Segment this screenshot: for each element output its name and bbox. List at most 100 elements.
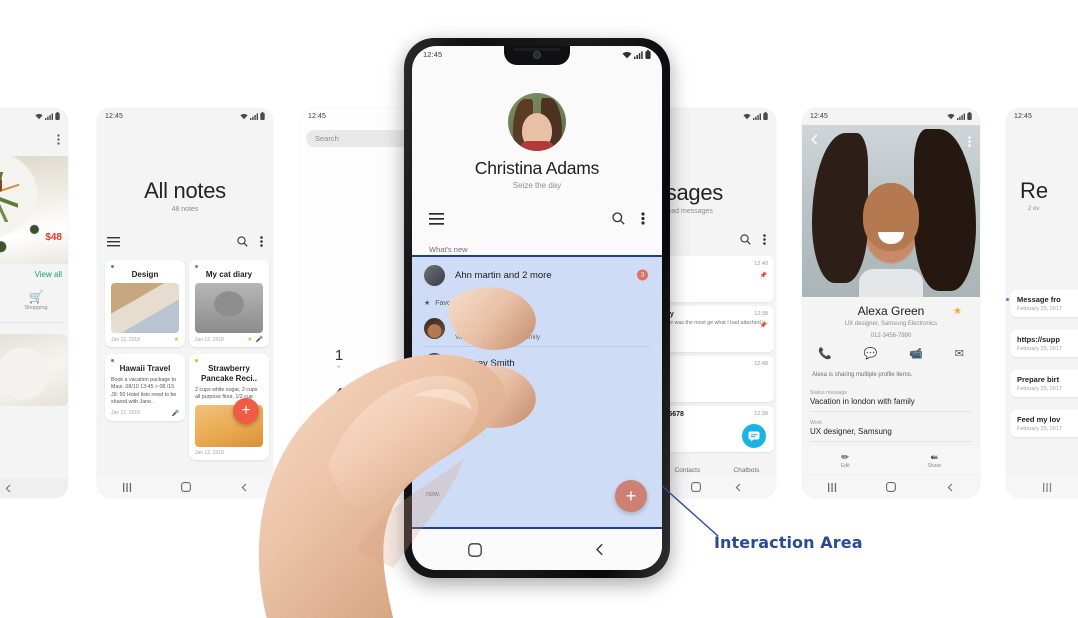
contact-row-lindsey-smith[interactable]: Lindsey Smith [412,347,662,379]
edit-label: Edit [840,462,850,469]
search-icon[interactable] [612,212,625,225]
back-icon[interactable] [946,483,955,492]
section-a-label: A [424,385,429,392]
more-vertical-icon[interactable] [260,236,263,247]
hamburger-icon[interactable] [429,212,444,225]
email-icon[interactable]: ✉ [955,348,964,361]
reminder-title: Feed my lov [1017,415,1061,424]
category-shopping[interactable]: 🛒 Shopping [24,290,47,311]
hero-toolbar [412,212,662,225]
home-icon[interactable] [468,542,482,557]
back-icon[interactable] [594,543,606,556]
note-card[interactable]: Design Jan 12, 2018 ★ [105,260,185,347]
contact-row-agatha[interactable]: Agath [412,395,662,427]
avatar [424,264,445,286]
new-message-fab[interactable] [742,424,766,448]
field-divider [810,441,972,442]
food-screen: $48 View all 🍽 ine 🛒 Shopping n Pot ★ ★ … [0,108,68,498]
dial-key-letters: GHI [333,402,345,408]
reminder-date: February 25, 2017 [1017,426,1062,432]
dial-key-number: 4 [334,385,344,402]
profile-role: UX designer, Samsung Electronics [844,321,938,327]
search-icon[interactable] [740,234,751,245]
pencil-icon: ✏ [841,451,850,462]
field-divider [810,411,972,412]
message-icon[interactable]: 💬 [864,348,878,361]
whats-new-row[interactable]: Ahn martin and 2 more 3 [412,257,662,293]
messages-status-icons [743,112,768,120]
reminder-item[interactable]: https://supp February 25, 2017 [1010,330,1078,357]
star-icon[interactable]: ★ [953,306,962,317]
note-badges: ★ [173,337,179,343]
contact-row-alexa-green[interactable]: Alexa green Vacation in london with fami… [412,310,662,346]
note-card[interactable]: Hawaii Travel Book a vacation package to… [105,354,185,421]
profile-status-icons [947,112,972,120]
profile-phone-number: 012-3456-7890 [870,333,912,339]
dial-key-1[interactable]: 1 ∞ [324,348,354,371]
contact-name: Alexa green [455,319,506,331]
food-navbar [0,478,68,498]
profile-status-message: Seize the day [512,181,562,190]
recents-icon[interactable] [827,482,837,492]
share-button[interactable]: ⇚ Share [927,452,941,469]
message-time: 12:38 [754,311,768,317]
food-more-icon[interactable] [57,132,60,150]
contact-name: Agath [455,405,480,417]
back-icon[interactable] [240,483,249,492]
search-icon[interactable] [237,236,248,247]
message-thread[interactable]: 12:38 📌 ay ale was the most ge what I ha… [660,306,774,352]
back-arrow-icon[interactable] [810,134,819,148]
food-view-all-link[interactable]: View all [35,270,62,279]
recents-icon[interactable] [122,482,132,492]
note-date: Jan 12, 2018 [195,336,224,343]
annotation-label: Interaction Area [714,533,863,552]
profile-bottom-bar: ✏ Edit ⇚ Share [802,446,980,474]
food-hero-photo [0,156,68,264]
profile-statusbar: 12:45 [802,108,980,124]
add-note-fab[interactable]: + [233,398,259,424]
messages-statusbar [658,108,776,124]
reminder-unread-dot [1006,298,1009,301]
wifi-icon [947,113,955,119]
section-whats-new-label: What's new [429,245,468,254]
more-vertical-icon[interactable] [763,234,766,245]
profile-share-note: Alexa is sharing multiple profile items. [812,372,913,378]
more-vertical-icon[interactable] [968,134,971,152]
reminder-page-title: Re [1020,178,1049,203]
home-icon[interactable] [180,482,191,492]
profile-navbar [802,476,980,498]
call-icon[interactable]: 📞 [818,348,832,361]
edit-button[interactable]: ✏ Edit [841,452,850,469]
voice-memo-icon: 🎤 [171,410,179,417]
clothing-decoration [520,141,554,151]
hair-right-decoration [914,129,976,291]
chat-icon [748,431,760,442]
note-color-dot [111,265,114,268]
reminder-item[interactable]: Feed my lov February 25, 2017 [1010,410,1078,437]
dial-key-4[interactable]: 4 GHI [324,385,354,409]
note-card[interactable]: My cat diary Jan 12, 2018 ★ 🎤 [189,260,269,347]
message-time: 12:40 [754,261,768,267]
reminder-item[interactable]: Prepare birt February 25, 2017 [1010,370,1078,397]
tab-chatbots[interactable]: Chatbots [733,467,759,474]
avatar[interactable] [508,93,566,151]
messages-toolbar [658,234,776,245]
phone-food-app: $48 View all 🍽 ine 🛒 Shopping n Pot ★ ★ … [0,108,68,498]
message-thread[interactable]: 12:40 📌 [660,256,774,302]
message-sender: ay [666,311,768,318]
share-icon: ⇚ [930,451,939,462]
field-value: UX designer, Samsung [810,427,892,436]
home-icon[interactable] [886,482,897,492]
reminder-item[interactable]: Message fro February 25, 2017 [1006,290,1078,317]
recents-icon[interactable] [1042,482,1052,492]
notes-count: 48 notes [171,206,199,213]
note-color-dot [195,359,198,362]
more-vertical-icon[interactable] [641,212,645,225]
food-price: $48 [45,232,62,243]
message-thread[interactable]: 12:48 [660,356,774,402]
video-call-icon[interactable]: 📹 [909,348,923,361]
note-footer: Jan 12, 2018 🎤 [111,410,179,417]
tab-contacts[interactable]: Contacts [675,467,701,474]
note-body: Book a vacation package to Maui. 08/10 1… [111,377,177,406]
hamburger-icon[interactable] [107,236,120,247]
